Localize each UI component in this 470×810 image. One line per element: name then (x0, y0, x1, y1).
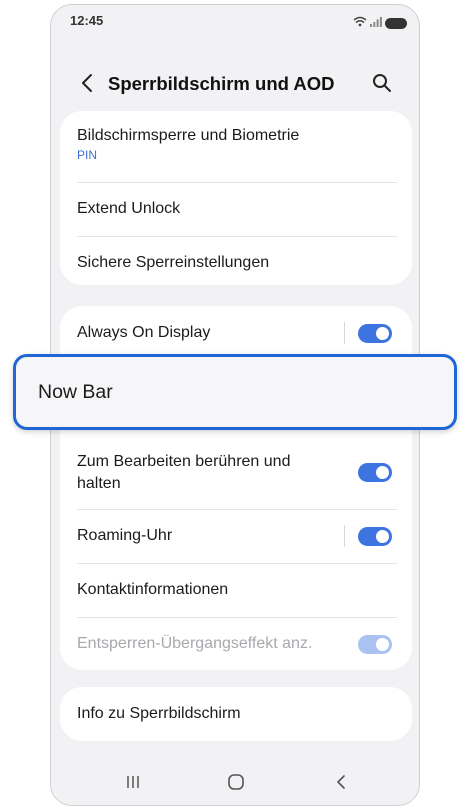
status-time: 12:45 (70, 13, 104, 28)
nav-back-icon (337, 775, 345, 789)
about-card: Info zu Sperrbildschirm (60, 687, 412, 741)
list-item-label: Zum Bearbeiten berühren und halten (77, 453, 291, 492)
separator (344, 525, 345, 547)
home-button[interactable] (223, 771, 249, 793)
divider (77, 509, 397, 510)
recents-button[interactable] (120, 771, 146, 793)
always-on-display-toggle[interactable] (358, 324, 392, 343)
list-item-roaming-clock[interactable]: Roaming-Uhr (77, 525, 397, 547)
search-icon (373, 74, 391, 92)
unlock-transition-toggle[interactable] (358, 635, 392, 654)
signal-icon (370, 14, 382, 32)
list-item-label: Always On Display (77, 324, 211, 341)
divider (77, 236, 397, 237)
nav-back-button[interactable] (328, 771, 354, 793)
now-bar-highlight[interactable]: Now Bar (13, 354, 457, 430)
toggle-knob (376, 327, 389, 340)
status-bar: 12:45 (51, 5, 419, 37)
back-button[interactable] (73, 69, 101, 97)
recents-icon (127, 776, 139, 788)
list-item-label: Info zu Sperrbildschirm (77, 705, 241, 722)
header: Sperrbildschirm und AOD (51, 61, 419, 105)
now-bar-label: Now Bar (38, 381, 113, 403)
toggle-knob (376, 530, 389, 543)
list-item-always-on-display[interactable]: Always On Display (77, 322, 397, 344)
navigation-bar (51, 757, 419, 805)
battery-icon (385, 17, 407, 29)
roaming-clock-toggle[interactable] (358, 527, 392, 546)
edit-hold-toggle[interactable] (358, 463, 392, 482)
list-item-label: Entsperren-Übergangseffekt anz. (77, 635, 313, 652)
list-item-unlock-transition[interactable]: Entsperren-Übergangseffekt anz. (77, 633, 397, 655)
lock-settings-card: Bildschirmsperre und Biometrie PIN Exten… (60, 111, 412, 285)
list-item-about-lockscreen[interactable]: Info zu Sperrbildschirm (77, 703, 397, 725)
toggle-knob (376, 638, 389, 651)
search-button[interactable] (369, 70, 395, 96)
toggle-knob (376, 466, 389, 479)
list-item-contact-info[interactable]: Kontaktinformationen (77, 579, 397, 601)
wifi-icon (353, 14, 367, 32)
list-item-edit-hold[interactable]: Zum Bearbeiten berühren und halten (77, 451, 397, 495)
divider (77, 563, 397, 564)
list-item-extend-unlock[interactable]: Extend Unlock (77, 198, 397, 220)
list-item-label: Sichere Sperreinstellungen (77, 254, 270, 271)
divider (77, 182, 397, 183)
list-item-label: Extend Unlock (77, 200, 181, 217)
separator (344, 322, 345, 344)
status-icons (353, 14, 407, 32)
list-item-label: Roaming-Uhr (77, 527, 173, 544)
list-item-label: Kontaktinformationen (77, 581, 229, 598)
list-item-label: Bildschirmsperre und Biometrie (77, 127, 300, 144)
page-title: Sperrbildschirm und AOD (108, 73, 335, 94)
list-item-secure-lock-settings[interactable]: Sichere Sperreinstellungen (77, 252, 397, 274)
list-item-sublabel: PIN (77, 148, 98, 162)
list-item-biometrics[interactable]: Bildschirmsperre und Biometrie PIN (77, 125, 397, 162)
divider (77, 617, 397, 618)
back-icon (82, 74, 92, 92)
home-icon (228, 774, 244, 790)
